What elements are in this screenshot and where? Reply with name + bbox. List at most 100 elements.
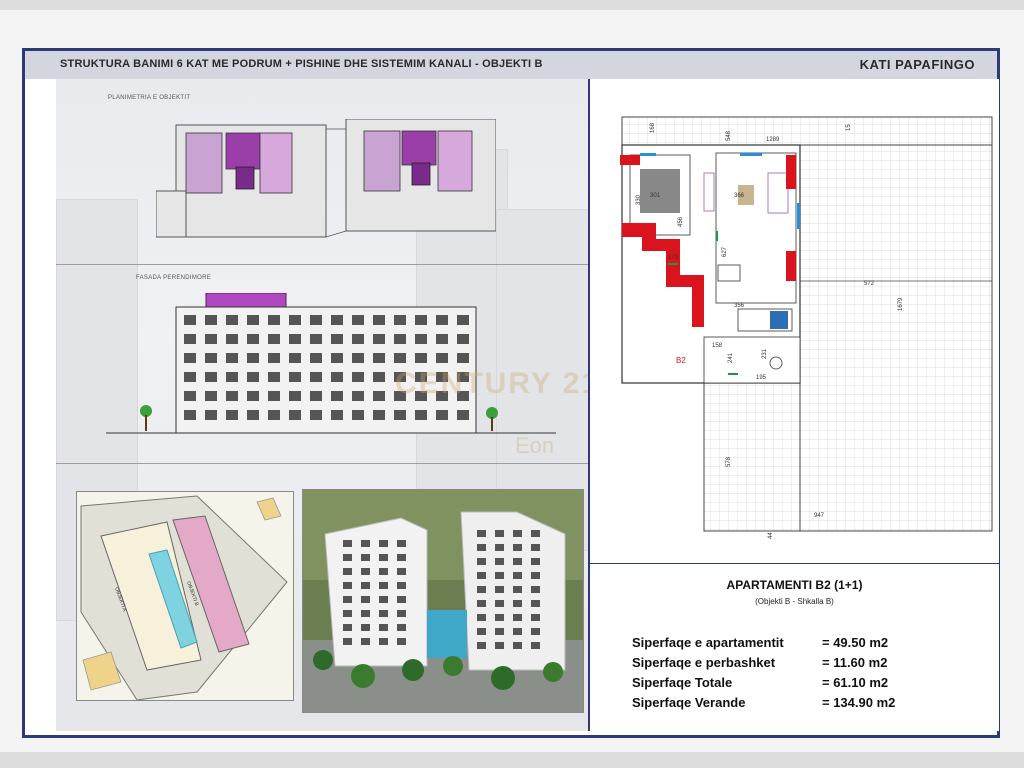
render-window (397, 540, 406, 547)
facade-window (289, 410, 301, 420)
facade-window (205, 372, 217, 382)
floor-title: KATI PAPAFINGO (859, 57, 975, 72)
render-window (477, 642, 486, 649)
render-window (379, 540, 388, 547)
facade-window (394, 353, 406, 363)
render-window (343, 624, 352, 631)
facade-window (226, 410, 238, 420)
document-sheet: STRUKTURA BANIMI 6 KAT ME PODRUM + PISHI… (0, 10, 1024, 752)
dim-label: 572 (864, 281, 875, 287)
facade-window (331, 372, 343, 382)
render-window (531, 544, 540, 551)
dim-label: 947 (814, 513, 825, 519)
render-window (379, 554, 388, 561)
area-label: Siperfaqe e perbashket (632, 655, 776, 670)
dim-label: 168 (650, 122, 656, 133)
render-window (513, 530, 522, 537)
facade-window (352, 391, 364, 401)
area-value: = 134.90 m2 (822, 695, 896, 710)
facade-window (247, 315, 259, 325)
dim-label: 548 (726, 130, 732, 141)
facade-window (226, 391, 238, 401)
facade-window (394, 334, 406, 344)
facade-window (289, 353, 301, 363)
dim-label: 301 (650, 193, 661, 199)
dim-label: 44 (768, 532, 774, 539)
render-window (477, 544, 486, 551)
render-window (477, 628, 486, 635)
facade-window (373, 334, 385, 344)
render-window (379, 596, 388, 603)
facade-window (373, 391, 385, 401)
render-window (343, 582, 352, 589)
facade-window (184, 410, 196, 420)
render-window (343, 638, 352, 645)
facade-window (373, 372, 385, 382)
render-window (397, 624, 406, 631)
dim-label: 173 (668, 255, 679, 261)
render-window (495, 628, 504, 635)
facade-window (310, 315, 322, 325)
area-row: Siperfaqe Totale = 61.10 m2 (632, 675, 888, 690)
render-window (477, 600, 486, 607)
facade-window (268, 372, 280, 382)
facade-window (331, 410, 343, 420)
facade-window (394, 315, 406, 325)
render-window (495, 600, 504, 607)
facade-window (247, 353, 259, 363)
facade-window (373, 410, 385, 420)
render-window (379, 568, 388, 575)
render-window (361, 582, 370, 589)
watermark-brand: CENTURY 21 (395, 367, 601, 400)
facade-label: FASADA PERENDIMORE (136, 275, 212, 281)
unit-label: B2 (676, 356, 686, 365)
render-window (361, 624, 370, 631)
render-window (477, 572, 486, 579)
dim-label: 15 (846, 124, 852, 131)
facade-window (310, 353, 322, 363)
facade-window (310, 334, 322, 344)
dim-label: 578 (726, 456, 732, 467)
render-window (477, 558, 486, 565)
render-window (513, 600, 522, 607)
render-window (531, 530, 540, 537)
info-divider (590, 563, 999, 564)
render-window (513, 586, 522, 593)
render-window (513, 628, 522, 635)
dim-label: 241 (728, 352, 734, 363)
facade-window (352, 410, 364, 420)
facade-window (226, 353, 238, 363)
render-window (531, 614, 540, 621)
dim-label: 627 (722, 246, 728, 257)
render-window (397, 596, 406, 603)
facade-window (331, 315, 343, 325)
render-window (477, 530, 486, 537)
render-window (361, 540, 370, 547)
facade-window (289, 372, 301, 382)
facade-window (205, 410, 217, 420)
apartment-floor-plan: 168 548 1289 301 330 456 366 627 173 572… (620, 116, 993, 539)
facade-window (205, 353, 217, 363)
render-window (343, 554, 352, 561)
facade-window (310, 391, 322, 401)
render-window (495, 614, 504, 621)
facade-window (247, 410, 259, 420)
dim-label: 356 (734, 303, 745, 309)
building-rendering (302, 489, 584, 713)
facade-window (415, 334, 427, 344)
facade-window (268, 315, 280, 325)
render-window (361, 610, 370, 617)
area-row: Siperfaqe e perbashket = 11.60 m2 (632, 655, 887, 670)
facade-window (184, 334, 196, 344)
facade-window (415, 353, 427, 363)
apartment-title: APARTAMENTI B2 (1+1) (726, 578, 863, 592)
area-row: Siperfaqe e apartamentit = 49.50 m2 (632, 635, 888, 650)
render-window (531, 600, 540, 607)
section-divider (56, 264, 588, 265)
dim-label: 1679 (898, 297, 904, 311)
render-window (361, 596, 370, 603)
dim-label: 158 (712, 343, 723, 349)
facade-window (184, 372, 196, 382)
facade-window (457, 334, 469, 344)
render-window (397, 568, 406, 575)
